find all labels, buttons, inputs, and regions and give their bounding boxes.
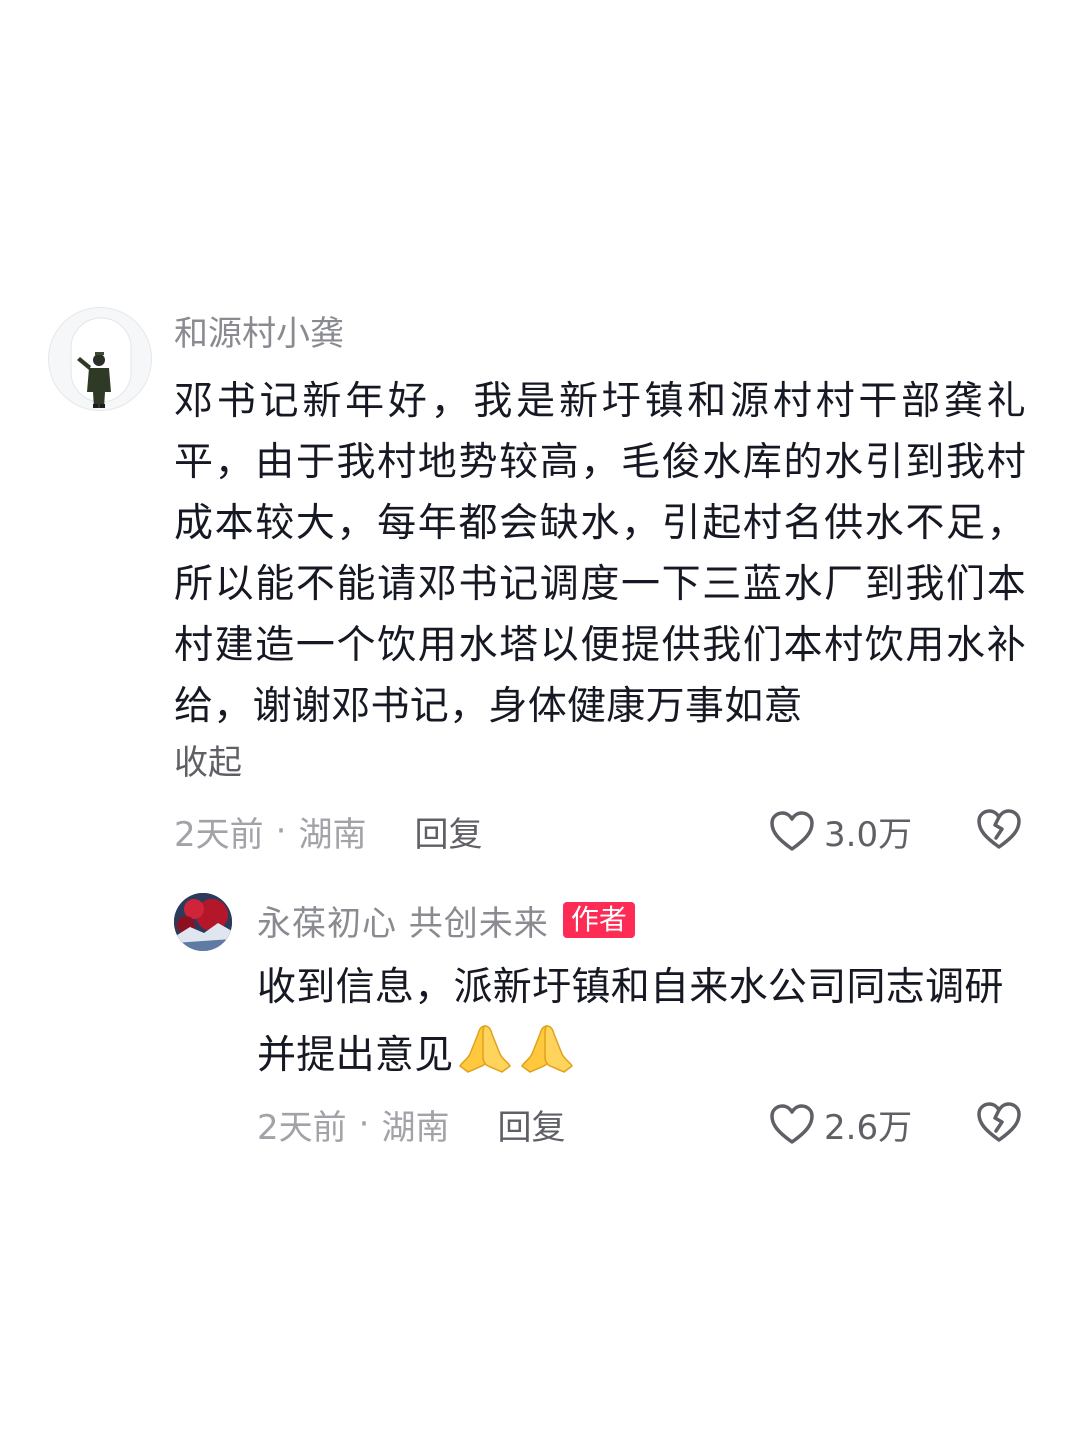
meta-separator: · — [358, 1104, 370, 1144]
like-button[interactable]: 2.6万 — [768, 1099, 912, 1149]
heart-outline-icon — [768, 1102, 816, 1146]
avatar-image — [49, 308, 151, 410]
heart-outline-icon — [768, 809, 816, 853]
reply-author[interactable]: 永葆初心 共创未来 — [257, 896, 549, 945]
reply-button[interactable]: 回复 — [497, 1100, 565, 1149]
broken-heart-icon — [975, 807, 1023, 855]
reply-button[interactable]: 回复 — [414, 807, 482, 856]
avatar-image — [174, 893, 232, 951]
reply-text-block: 收到信息，派新圩镇和自来水公司同志调研并提出意见 — [257, 956, 1027, 1094]
comment-time: 2天前 — [174, 814, 264, 855]
comment-text: 邓书记新年好，我是新圩镇和源村村干部龚礼平，由于我村地势较高，毛俊水库的水引到我… — [174, 379, 1026, 729]
broken-heart-icon — [975, 1100, 1023, 1148]
collapse-button[interactable]: 收起 — [174, 741, 242, 785]
comment-author[interactable]: 和源村小龚 — [174, 312, 344, 356]
like-button[interactable]: 3.0万 — [768, 806, 912, 856]
meta-separator: · — [275, 811, 287, 851]
dislike-button[interactable] — [974, 806, 1024, 856]
dislike-button[interactable] — [974, 1099, 1024, 1149]
praying-hands-emoji — [454, 1020, 516, 1094]
reply-meta: 2天前 · 湖南 回复 — [257, 1099, 565, 1149]
reply-location: 湖南 — [381, 1107, 450, 1148]
reply-text: 收到信息，派新圩镇和自来水公司同志调研并提出意见 — [257, 965, 1004, 1078]
avatar[interactable] — [174, 893, 232, 951]
like-count: 3.0万 — [824, 814, 913, 855]
praying-hands-emoji — [516, 1020, 578, 1094]
author-badge: 作者 — [562, 902, 635, 938]
reply-time: 2天前 — [257, 1107, 347, 1148]
reply-author-row: 永葆初心 共创未来 作者 — [257, 896, 635, 945]
comment-meta: 2天前 · 湖南 回复 — [174, 806, 482, 856]
avatar[interactable] — [48, 307, 152, 411]
like-count: 2.6万 — [824, 1107, 913, 1148]
comment-location: 湖南 — [298, 814, 367, 855]
